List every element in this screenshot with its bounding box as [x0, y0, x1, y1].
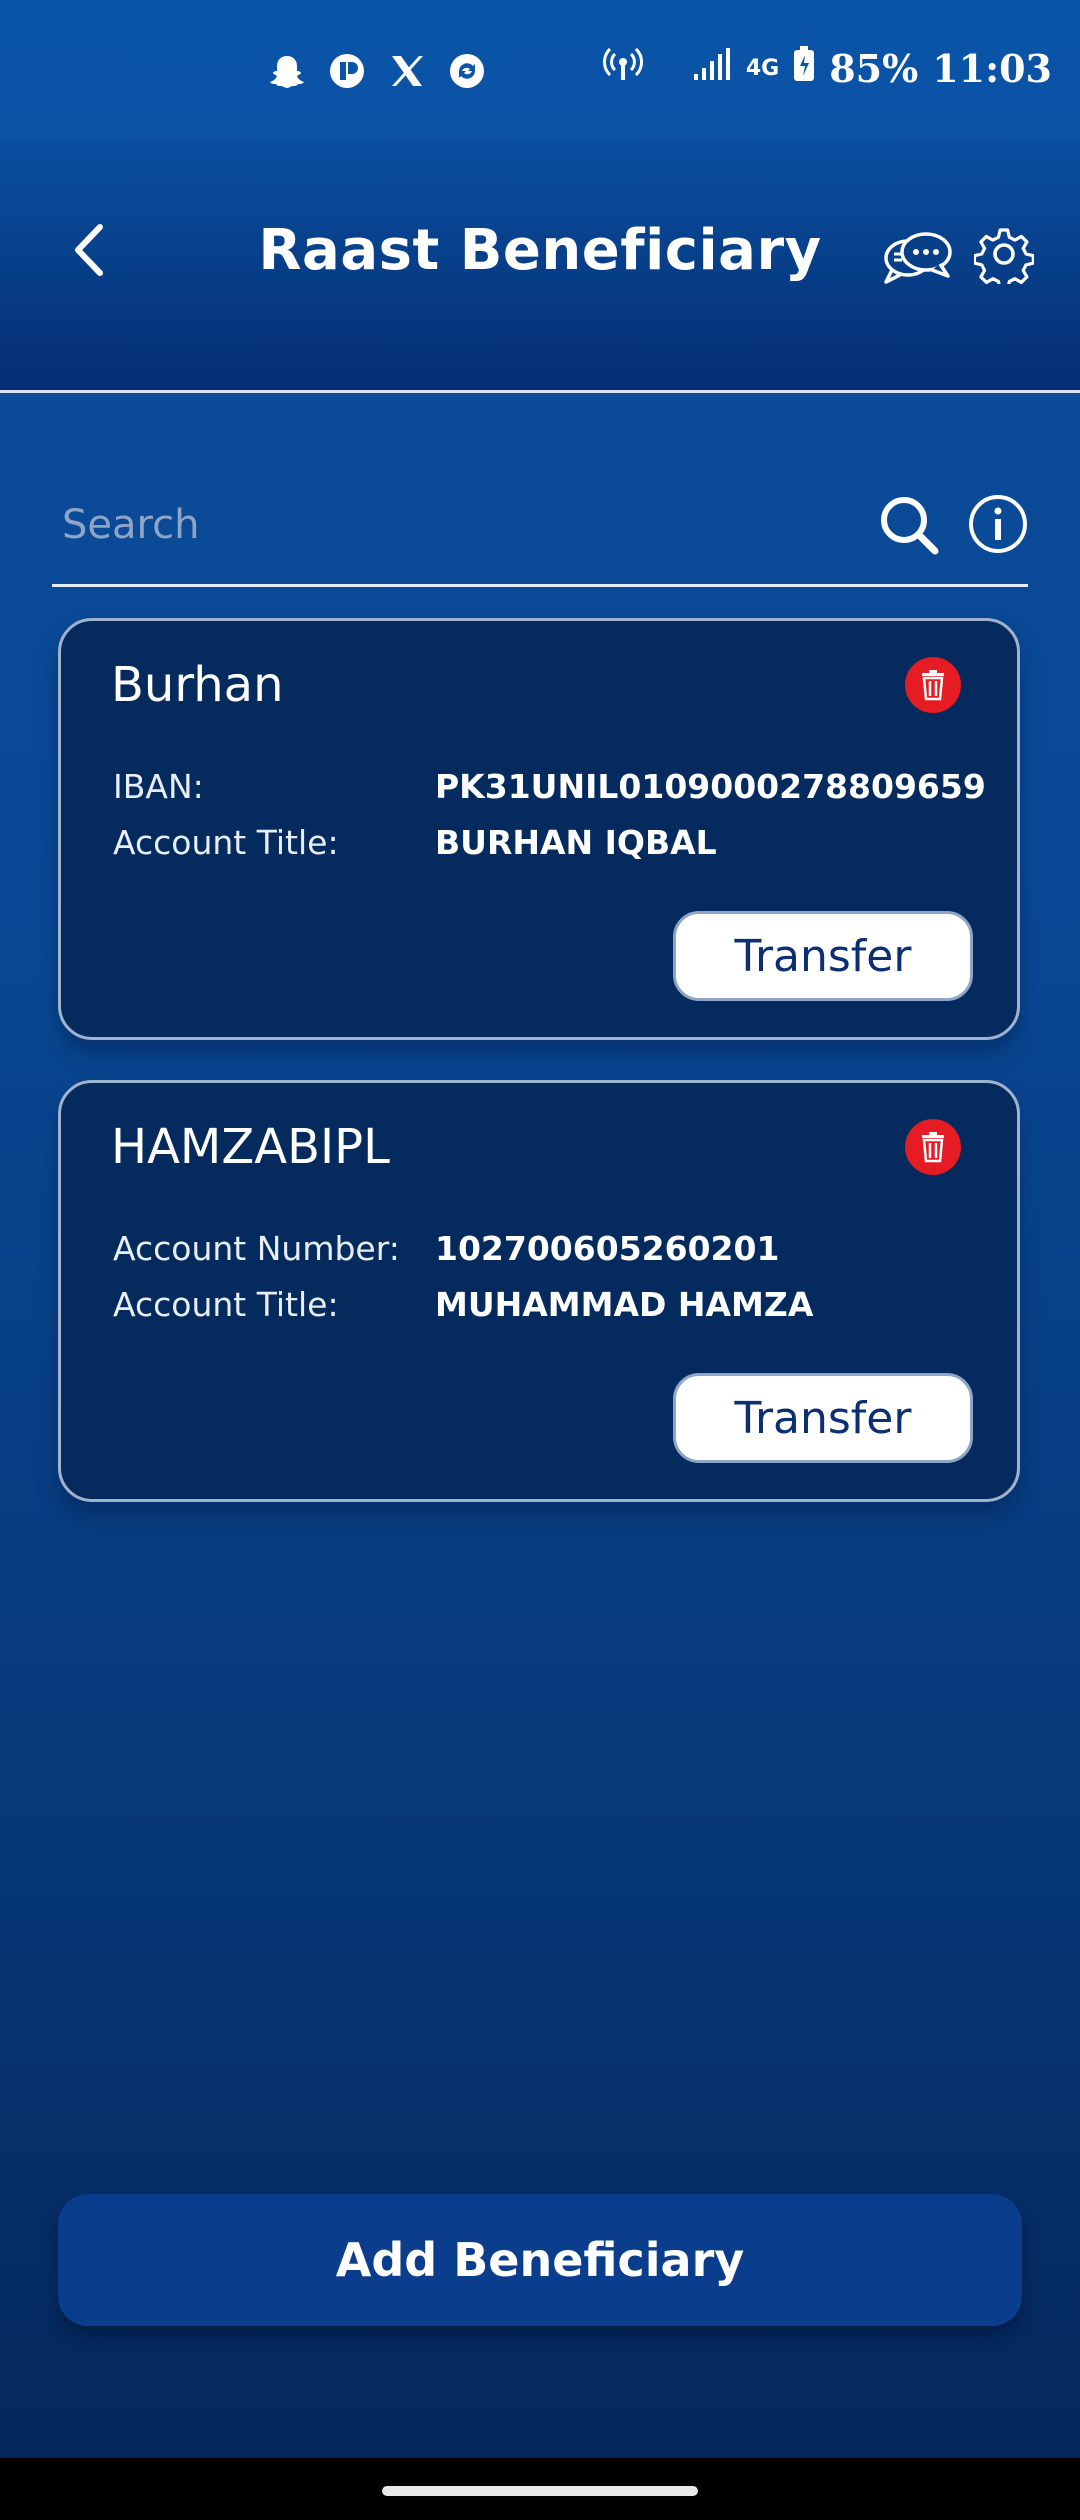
transfer-button[interactable]: Transfer: [673, 1373, 973, 1463]
trash-icon: [922, 1132, 944, 1163]
delete-beneficiary-button[interactable]: [905, 657, 961, 713]
settings-button[interactable]: [972, 224, 1035, 291]
beneficiary-card: HAMZABIPL Account Number: 10270060526020…: [58, 1080, 1020, 1502]
transfer-button[interactable]: Transfer: [673, 911, 973, 1001]
field-label: Account Title:: [113, 823, 339, 862]
chat-button[interactable]: [882, 228, 954, 288]
search-bar: [52, 468, 1028, 587]
account-title-row: Account Title: MUHAMMAD HAMZA: [113, 1285, 813, 1324]
app-icon: [328, 52, 366, 90]
add-beneficiary-button[interactable]: Add Beneficiary: [58, 2194, 1022, 2326]
chat-bubbles-icon: [884, 232, 952, 284]
search-input[interactable]: [60, 488, 864, 562]
refresh-app-icon: [448, 52, 486, 90]
account-title-row: Account Title: BURHAN IQBAL: [113, 823, 717, 862]
system-status: 4G 85% 11:03: [602, 46, 1052, 91]
delete-beneficiary-button[interactable]: [905, 1119, 961, 1175]
notification-icons: [268, 52, 486, 90]
field-label: Account Number:: [113, 1229, 400, 1268]
battery-icon: [793, 46, 815, 91]
trash-icon: [922, 670, 944, 701]
account-number-value: 102700605260201: [435, 1229, 780, 1268]
account-title-value: BURHAN IQBAL: [435, 823, 717, 862]
clock: 11:03: [932, 46, 1052, 91]
hotspot-icon: [602, 46, 644, 91]
iban-value: PK31UNIL0109000278809659: [435, 767, 986, 806]
x-icon: [388, 52, 426, 90]
account-title-value: MUHAMMAD HAMZA: [435, 1285, 814, 1324]
app-header: Raast Beneficiary: [0, 140, 1080, 393]
network-type: 4G: [745, 55, 780, 81]
field-label: IBAN:: [113, 767, 204, 806]
search-button[interactable]: [876, 492, 942, 558]
account-number-row: Account Number: 102700605260201: [113, 1229, 779, 1268]
iban-row: IBAN: PK31UNIL0109000278809659: [113, 767, 986, 806]
beneficiary-card: Burhan IBAN: PK31UNIL0109000278809659 Ac…: [58, 618, 1020, 1040]
signal-icon: [692, 46, 732, 91]
battery-level: 85%: [829, 46, 919, 91]
info-button[interactable]: [966, 492, 1030, 556]
gear-icon: [972, 228, 1035, 291]
home-gesture-handle[interactable]: [382, 2486, 698, 2496]
system-nav-bar: [0, 2458, 1080, 2520]
beneficiary-name: HAMZABIPL: [111, 1119, 390, 1175]
search-icon: [881, 497, 939, 555]
info-icon: [969, 495, 1027, 553]
beneficiary-name: Burhan: [111, 657, 284, 713]
snapchat-icon: [268, 52, 306, 90]
field-label: Account Title:: [113, 1285, 339, 1324]
status-bar: 4G 85% 11:03: [0, 0, 1080, 140]
